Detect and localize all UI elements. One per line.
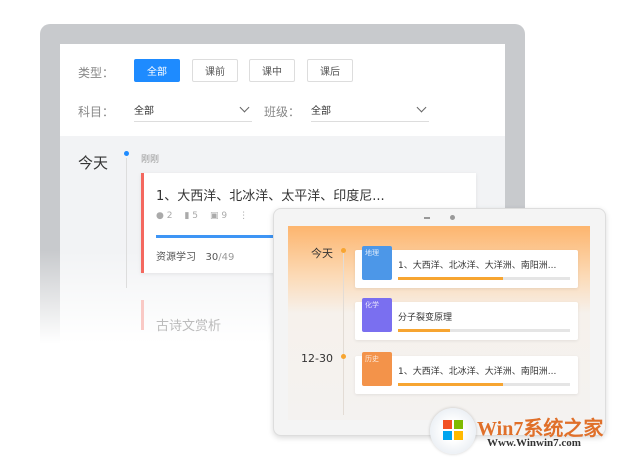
doc-stat: ▮ 5	[184, 211, 199, 221]
subject-label: 科目：	[78, 105, 115, 119]
tablet-progress	[398, 329, 570, 332]
type-before-button[interactable]: 课前	[192, 59, 238, 82]
tablet-timeline-line	[343, 250, 344, 415]
tablet-progress	[398, 383, 570, 386]
image-icon: ▣	[210, 211, 219, 221]
image-stat: ▣ 9	[210, 211, 228, 221]
tablet-card[interactable]: 地理 1、大西洋、北冰洋、大洋洲、南阳洲...	[355, 246, 578, 288]
document-icon: ▮	[184, 211, 190, 221]
lesson-title: 1、大西洋、北冰洋、太平洋、印度尼...	[156, 189, 385, 204]
class-select[interactable]: 全部	[311, 98, 429, 122]
class-value: 全部	[311, 106, 331, 117]
type-label: 类型：	[78, 66, 115, 80]
timeline-line	[126, 158, 127, 288]
watermark-url: Www.Winwin7.com	[487, 437, 581, 449]
tablet-dot	[341, 248, 346, 253]
history-icon: 历史	[362, 352, 392, 386]
type-during-button[interactable]: 课中	[249, 59, 295, 82]
tablet-card-title: 1、大西洋、北冰洋、大洋洲、南阳洲...	[398, 367, 557, 377]
tablet-progress	[398, 277, 570, 280]
timeline-time: 刚刚	[141, 155, 160, 165]
type-all-button[interactable]: 全部	[134, 59, 180, 82]
next-card-accent	[141, 300, 144, 330]
tablet-card-title: 分子裂变原理	[398, 313, 453, 323]
film-icon: ●	[156, 211, 164, 221]
subject-value: 全部	[134, 106, 154, 117]
class-label: 班级：	[264, 105, 301, 119]
windows-logo-icon	[430, 408, 476, 454]
timeline-date: 今天	[78, 154, 109, 172]
tablet-date: 今天	[311, 247, 333, 260]
tablet-card[interactable]: 历史 1、大西洋、北冰洋、大洋洲、南阳洲...	[355, 352, 578, 394]
geography-icon: 地理	[362, 246, 392, 280]
timeline-dot	[124, 151, 129, 156]
camera-icon	[450, 215, 455, 220]
next-lesson-title[interactable]: 古诗文赏析	[156, 315, 221, 334]
list-icon: ⋮	[239, 211, 249, 221]
video-stat: ● 2	[156, 211, 173, 221]
progress-label: 资源学习	[156, 252, 196, 263]
tablet-date: 12-30	[301, 352, 333, 365]
chemistry-icon: 化学	[362, 298, 392, 332]
subject-select[interactable]: 全部	[134, 98, 252, 122]
type-after-button[interactable]: 课后	[307, 59, 353, 82]
chevron-down-icon	[239, 102, 250, 113]
progress-total: /49	[218, 252, 235, 263]
tablet-card-title: 1、大西洋、北冰洋、大洋洲、南阳洲...	[398, 261, 557, 271]
tablet-dot	[341, 354, 346, 359]
chevron-down-icon	[416, 102, 427, 113]
progress-done: 30	[205, 252, 219, 263]
tablet-card[interactable]: 化学 分子裂变原理	[355, 298, 578, 340]
speaker-icon	[424, 217, 430, 219]
